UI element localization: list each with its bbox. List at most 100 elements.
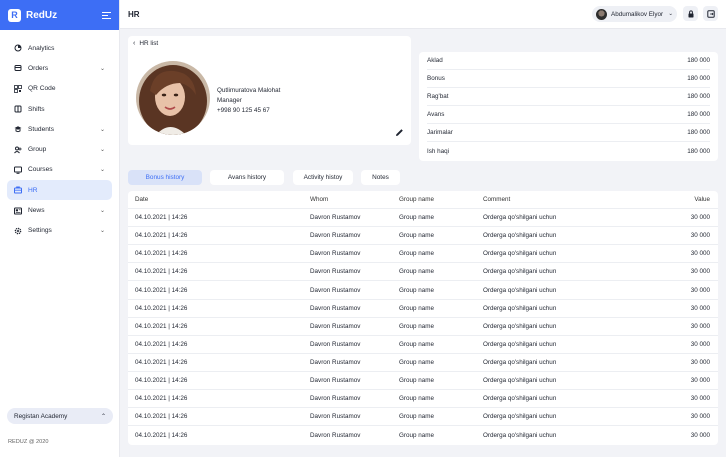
top-header: HR Abdumalikov Elyor ⌄ <box>120 0 726 29</box>
table-row[interactable]: 04.10.2021 | 14:26 Davron Rustamov Group n… <box>128 354 718 372</box>
cell-comment: Orderga qo'shilgani uchun <box>483 286 557 294</box>
edit-icon[interactable] <box>395 128 404 137</box>
table-row[interactable]: 04.10.2021 | 14:26 Davron Rustamov Group n… <box>128 336 718 354</box>
salary-row: Rag'bat 180 000 <box>427 88 710 107</box>
column-header-date[interactable]: Date <box>135 191 148 208</box>
cell-comment: Orderga qo'shilgani uchun <box>483 214 557 222</box>
tab-avans-history[interactable]: Avans history <box>210 170 284 185</box>
cell-comment: Orderga qo'shilgani uchun <box>483 395 557 403</box>
cell-whom: Davron Rustamov <box>310 431 361 439</box>
employee-name: Qutlimuratova Malohat <box>217 87 281 94</box>
cell-whom: Davron Rustamov <box>310 358 361 366</box>
sidebar-item-label: Group <box>28 146 47 154</box>
organization-selector[interactable]: Registan Academy ⌃ <box>7 408 113 424</box>
table-row[interactable]: 04.10.2021 | 14:26 Davron Rustamov Group n… <box>128 300 718 318</box>
cell-date: 04.10.2021 | 14:26 <box>135 413 188 421</box>
cell-comment: Orderga qo'shilgani uchun <box>483 358 557 366</box>
lock-button[interactable] <box>683 6 698 21</box>
salary-label: Rag'bat <box>427 93 449 101</box>
user-menu[interactable]: Abdumalikov Elyor ⌄ <box>592 6 677 22</box>
column-header-group[interactable]: Group name <box>399 191 434 208</box>
courses-icon <box>14 166 22 174</box>
menu-toggle-icon[interactable] <box>102 11 111 19</box>
sidebar-item-hr[interactable]: HR <box>7 180 112 201</box>
orders-icon <box>14 64 22 72</box>
table-row[interactable]: 04.10.2021 | 14:26 Davron Rustamov Group n… <box>128 372 718 391</box>
table-row[interactable]: 04.10.2021 | 14:26 Davron Rustamov Group n… <box>128 209 718 228</box>
sidebar-item-analytics[interactable]: Analytics <box>7 38 112 58</box>
analytics-icon <box>14 44 22 52</box>
employee-role: Manager <box>217 97 242 104</box>
sidebar-item-label: Shifts <box>28 105 45 113</box>
table-row[interactable]: 04.10.2021 | 14:26 Davron Rustamov Group n… <box>128 227 718 246</box>
salary-summary: Aklad 180 000 Bonus 180 000 Rag'bat 180 000… <box>419 52 718 161</box>
cell-value: 30 000 <box>690 286 710 294</box>
sidebar-item-label: Settings <box>28 227 52 235</box>
students-icon <box>14 125 22 133</box>
salary-row: Avans 180 000 <box>427 106 710 125</box>
cell-group: Group name <box>399 395 435 403</box>
salary-value: 180 000 <box>687 148 710 156</box>
table-row[interactable]: 04.10.2021 | 14:26 Davron Rustamov Group n… <box>128 245 718 264</box>
table-row[interactable]: 04.10.2021 | 14:26 Davron Rustamov Group n… <box>128 426 718 444</box>
cell-group: Group name <box>399 268 435 276</box>
back-to-hr-list[interactable]: ‹ HR list <box>133 40 158 47</box>
logout-button[interactable] <box>703 6 718 21</box>
sidebar-item-orders[interactable]: Orders ⌄ <box>7 58 112 78</box>
cell-comment: Orderga qo'shilgani uchun <box>483 304 557 312</box>
cell-value: 30 000 <box>690 232 710 240</box>
cell-value: 30 000 <box>690 413 710 421</box>
sidebar-item-courses[interactable]: Courses ⌄ <box>7 160 112 180</box>
sidebar-item-shifts[interactable]: Shifts <box>7 99 112 119</box>
table-row[interactable]: 04.10.2021 | 14:26 Davron Rustamov Group n… <box>128 281 718 300</box>
cell-group: Group name <box>399 232 435 240</box>
cell-date: 04.10.2021 | 14:26 <box>135 304 188 312</box>
cell-date: 04.10.2021 | 14:26 <box>135 395 188 403</box>
table-row[interactable]: 04.10.2021 | 14:26 Davron Rustamov Group n… <box>128 390 718 409</box>
cell-date: 04.10.2021 | 14:26 <box>135 340 188 348</box>
shifts-icon <box>14 105 22 113</box>
tab-notes[interactable]: Notes <box>361 170 400 185</box>
cell-group: Group name <box>399 250 435 258</box>
brand-name[interactable]: RedUz <box>26 10 57 21</box>
column-header-value[interactable]: Value <box>694 191 710 208</box>
chevron-down-icon: ⌄ <box>99 167 105 174</box>
salary-value: 180 000 <box>687 129 710 137</box>
table-body: 04.10.2021 | 14:26 Davron Rustamov Group n… <box>128 209 718 444</box>
cell-comment: Orderga qo'shilgani uchun <box>483 322 557 330</box>
salary-label: Bonus <box>427 75 445 83</box>
cell-comment: Orderga qo'shilgani uchun <box>483 232 557 240</box>
sidebar-item-settings[interactable]: Settings ⌄ <box>7 221 112 241</box>
cell-date: 04.10.2021 | 14:26 <box>135 431 188 439</box>
salary-label: Jarimalar <box>427 129 453 137</box>
sidebar-item-group[interactable]: Group ⌄ <box>7 139 112 159</box>
cell-date: 04.10.2021 | 14:26 <box>135 214 188 222</box>
salary-value: 180 000 <box>687 75 710 83</box>
cell-group: Group name <box>399 322 435 330</box>
settings-icon <box>14 227 22 235</box>
lock-icon <box>688 9 693 17</box>
table-row[interactable]: 04.10.2021 | 14:26 Davron Rustamov Group n… <box>128 408 718 427</box>
table-row[interactable]: 04.10.2021 | 14:26 Davron Rustamov Group n… <box>128 318 718 336</box>
table-row[interactable]: 04.10.2021 | 14:26 Davron Rustamov Group n… <box>128 263 718 282</box>
column-header-whom[interactable]: Whom <box>310 191 328 208</box>
salary-row: Aklad 180 000 <box>427 52 710 71</box>
brand-logo[interactable]: R <box>8 8 21 22</box>
profile-card: ‹ HR list Qutlimuratova Malohat Manager … <box>128 36 411 145</box>
salary-row: Ish haqi 180 000 <box>427 142 710 160</box>
column-header-comment[interactable]: Comment <box>483 191 510 208</box>
cell-value: 30 000 <box>690 304 710 312</box>
salary-value: 180 000 <box>687 111 710 119</box>
chevron-down-icon: ⌄ <box>99 208 105 215</box>
cell-value: 30 000 <box>690 268 710 276</box>
tab-bonus-history[interactable]: Bonus history <box>128 170 202 185</box>
tab-activity-history[interactable]: Activity histoy <box>293 170 353 185</box>
sidebar-item-news[interactable]: News ⌄ <box>7 200 112 220</box>
sidebar-item-qr-code[interactable]: QR Code <box>7 79 112 99</box>
sidebar-item-students[interactable]: Students ⌄ <box>7 119 112 139</box>
sidebar-item-label: HR <box>28 186 38 194</box>
chevron-down-icon: ⌄ <box>99 126 105 133</box>
profile-info: Qutlimuratova Malohat Manager +998 90 12… <box>217 86 280 116</box>
cell-whom: Davron Rustamov <box>310 376 361 384</box>
cell-value: 30 000 <box>690 431 710 439</box>
